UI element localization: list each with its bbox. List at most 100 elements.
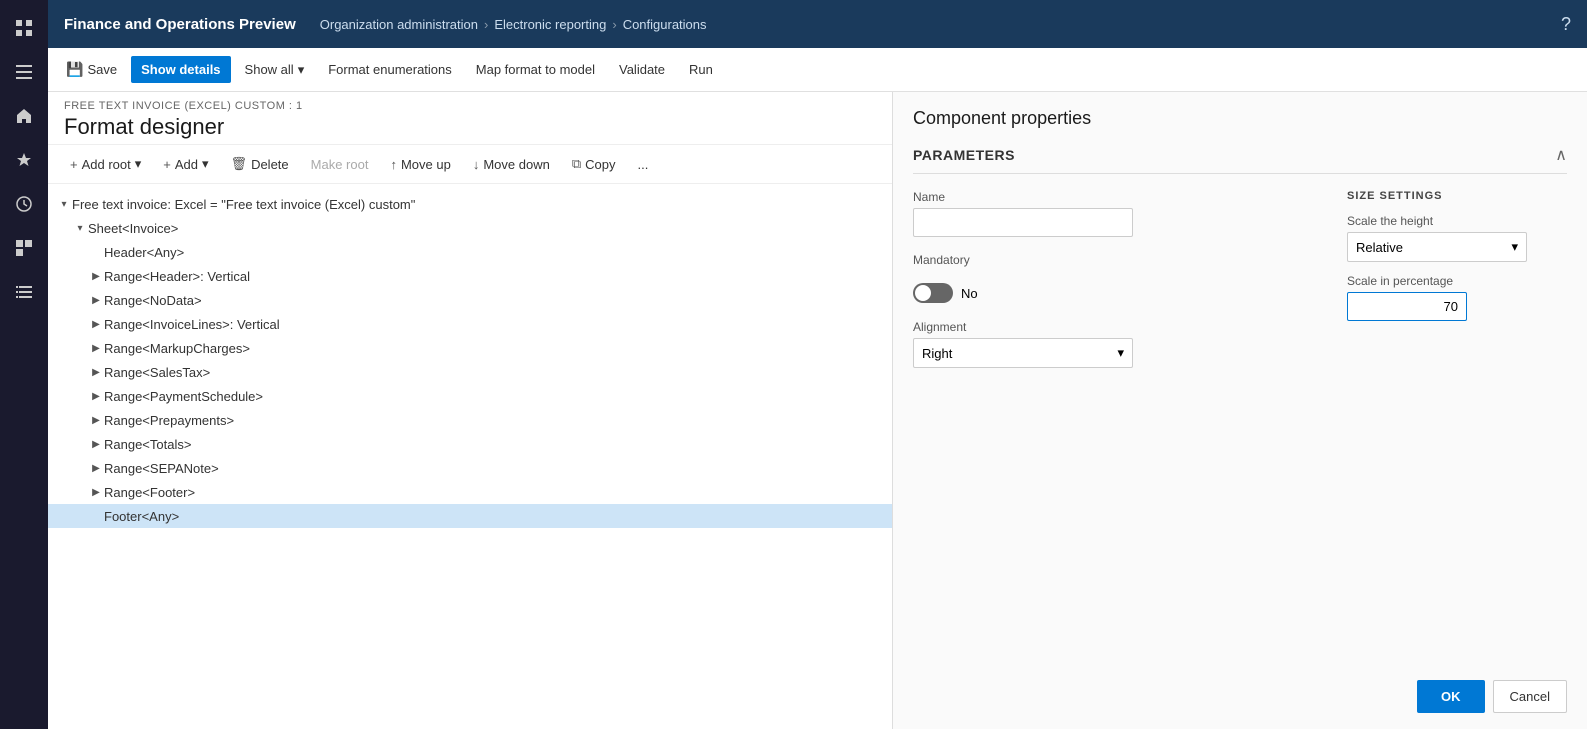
move-up-button[interactable]: ↑ Move up (380, 152, 460, 177)
tree-item[interactable]: ▶ Range<PaymentSchedule> (48, 384, 892, 408)
add-root-chevron-icon: ▾ (135, 156, 142, 172)
delete-button[interactable]: 🗑 Delete (221, 151, 299, 177)
app-title: Finance and Operations Preview (64, 16, 296, 33)
expander-icon: ▶ (88, 436, 104, 452)
help-icon[interactable]: ? (1561, 14, 1571, 35)
expander-icon: ▶ (88, 292, 104, 308)
mandatory-label: Mandatory (913, 253, 970, 267)
breadcrumb-config: Configurations (623, 17, 707, 32)
scale-height-chevron-icon: ▾ (1511, 239, 1518, 255)
tree-item[interactable]: ▶ Range<Prepayments> (48, 408, 892, 432)
app-grid-icon[interactable] (4, 8, 44, 48)
ok-button[interactable]: OK (1417, 680, 1485, 713)
map-format-button[interactable]: Map format to model (466, 56, 605, 83)
tree-item-footer-any[interactable]: ▶ Footer<Any> (48, 504, 892, 528)
alignment-label: Alignment (913, 320, 966, 334)
breadcrumb-sep2: › (612, 17, 616, 32)
breadcrumb-sep1: › (484, 17, 488, 32)
show-details-button[interactable]: Show details (131, 56, 230, 83)
right-panel: Component properties Parameters ∧ Name M… (893, 92, 1587, 729)
recent-icon[interactable] (4, 184, 44, 224)
alignment-select[interactable]: Right ▾ (913, 338, 1133, 368)
tree-item[interactable]: ▶ Range<SEPANote> (48, 456, 892, 480)
expander-icon: ▶ (88, 388, 104, 404)
size-settings: SIZE SETTINGS Scale the height Relative … (1347, 190, 1567, 384)
name-field-group: Name (913, 190, 1247, 237)
cancel-button[interactable]: Cancel (1493, 680, 1567, 713)
scale-height-select[interactable]: Relative ▾ (1347, 232, 1527, 262)
side-navigation (0, 0, 48, 729)
panel-footer: OK Cancel (913, 656, 1567, 713)
command-bar: 💾 Save Show details Show all ▾ Format en… (48, 48, 1587, 92)
copy-icon: ⧉ (572, 156, 581, 172)
tree-item[interactable]: ▶ Range<Footer> (48, 480, 892, 504)
tree-item[interactable]: ▶ Range<SalesTax> (48, 360, 892, 384)
scale-height-row: Scale the height Relative ▾ (1347, 214, 1567, 262)
name-input[interactable] (913, 208, 1133, 237)
alignment-row: Alignment Right ▾ (913, 319, 1247, 368)
add-root-icon: + (70, 157, 78, 172)
favorites-icon[interactable] (4, 140, 44, 180)
content-area: FREE TEXT INVOICE (EXCEL) CUSTOM : 1 For… (48, 92, 1587, 729)
show-all-chevron-icon: ▾ (298, 62, 305, 78)
tree-item[interactable]: ▾ Sheet<Invoice> (48, 216, 892, 240)
page-title: Format designer (64, 114, 876, 140)
list-icon[interactable] (4, 272, 44, 312)
run-button[interactable]: Run (679, 56, 723, 83)
breadcrumb-org: Organization administration (320, 17, 478, 32)
expander-icon: ▶ (88, 412, 104, 428)
breadcrumb: Organization administration › Electronic… (320, 17, 707, 32)
size-settings-title: SIZE SETTINGS (1347, 190, 1567, 202)
parameters-label: Parameters (913, 147, 1015, 163)
workspaces-icon[interactable] (4, 228, 44, 268)
show-all-button[interactable]: Show all ▾ (235, 56, 315, 84)
params-left: Name Mandatory No Alignment (913, 190, 1247, 384)
make-root-button[interactable]: Make root (301, 152, 379, 177)
mandatory-toggle[interactable] (913, 283, 953, 303)
add-root-button[interactable]: + Add root ▾ (60, 151, 151, 177)
expander-icon: ▾ (56, 196, 72, 212)
breadcrumb-er: Electronic reporting (494, 17, 606, 32)
validate-button[interactable]: Validate (609, 56, 675, 83)
move-up-icon: ↑ (390, 157, 397, 172)
tree-item[interactable]: ▶ Range<InvoiceLines>: Vertical (48, 312, 892, 336)
tree-item[interactable]: ▶ Range<MarkupCharges> (48, 336, 892, 360)
name-label: Name (913, 190, 1247, 204)
expander-icon: ▶ (88, 340, 104, 356)
tree-item[interactable]: ▶ Range<NoData> (48, 288, 892, 312)
copy-button[interactable]: ⧉ Copy (562, 151, 626, 177)
move-down-button[interactable]: ↓ Move down (463, 152, 560, 177)
expander-icon: ▾ (72, 220, 88, 236)
mandatory-row: Mandatory (913, 253, 1247, 267)
expander-icon: ▶ (88, 460, 104, 476)
tree-toolbar: + Add root ▾ + Add ▾ 🗑 Delete Make root (48, 145, 892, 184)
tree-item[interactable]: ▶ Range<Totals> (48, 432, 892, 456)
save-button[interactable]: 💾 Save (56, 55, 127, 84)
mandatory-toggle-wrap: No (913, 283, 1247, 303)
home-icon[interactable] (4, 96, 44, 136)
page-breadcrumb: FREE TEXT INVOICE (EXCEL) CUSTOM : 1 (64, 100, 876, 112)
left-panel: FREE TEXT INVOICE (EXCEL) CUSTOM : 1 For… (48, 92, 893, 729)
expander-icon: ▶ (88, 364, 104, 380)
add-button[interactable]: + Add ▾ (153, 151, 218, 177)
scale-height-value: Relative (1356, 240, 1403, 255)
scale-height-label: Scale the height (1347, 214, 1567, 228)
collapse-icon[interactable]: ∧ (1555, 145, 1567, 165)
scale-percentage-label: Scale in percentage (1347, 274, 1567, 288)
tree-item[interactable]: ▶ Header<Any> (48, 240, 892, 264)
tree-item[interactable]: ▶ Range<Header>: Vertical (48, 264, 892, 288)
scale-percentage-input[interactable] (1347, 292, 1467, 321)
tree-item[interactable]: ▾ Free text invoice: Excel = "Free text … (48, 192, 892, 216)
parameters-section-header: Parameters ∧ (913, 145, 1567, 174)
format-enumerations-button[interactable]: Format enumerations (318, 56, 462, 83)
hamburger-icon[interactable] (4, 52, 44, 92)
more-button[interactable]: ... (627, 152, 658, 177)
main-area: Finance and Operations Preview Organizat… (48, 0, 1587, 729)
alignment-chevron-icon: ▾ (1117, 345, 1124, 361)
add-chevron-icon: ▾ (202, 156, 209, 172)
title-bar: Finance and Operations Preview Organizat… (48, 0, 1587, 48)
tree-area: ▾ Free text invoice: Excel = "Free text … (48, 184, 892, 729)
add-icon: + (163, 157, 171, 172)
mandatory-value: No (961, 286, 978, 301)
alignment-value: Right (922, 346, 952, 361)
